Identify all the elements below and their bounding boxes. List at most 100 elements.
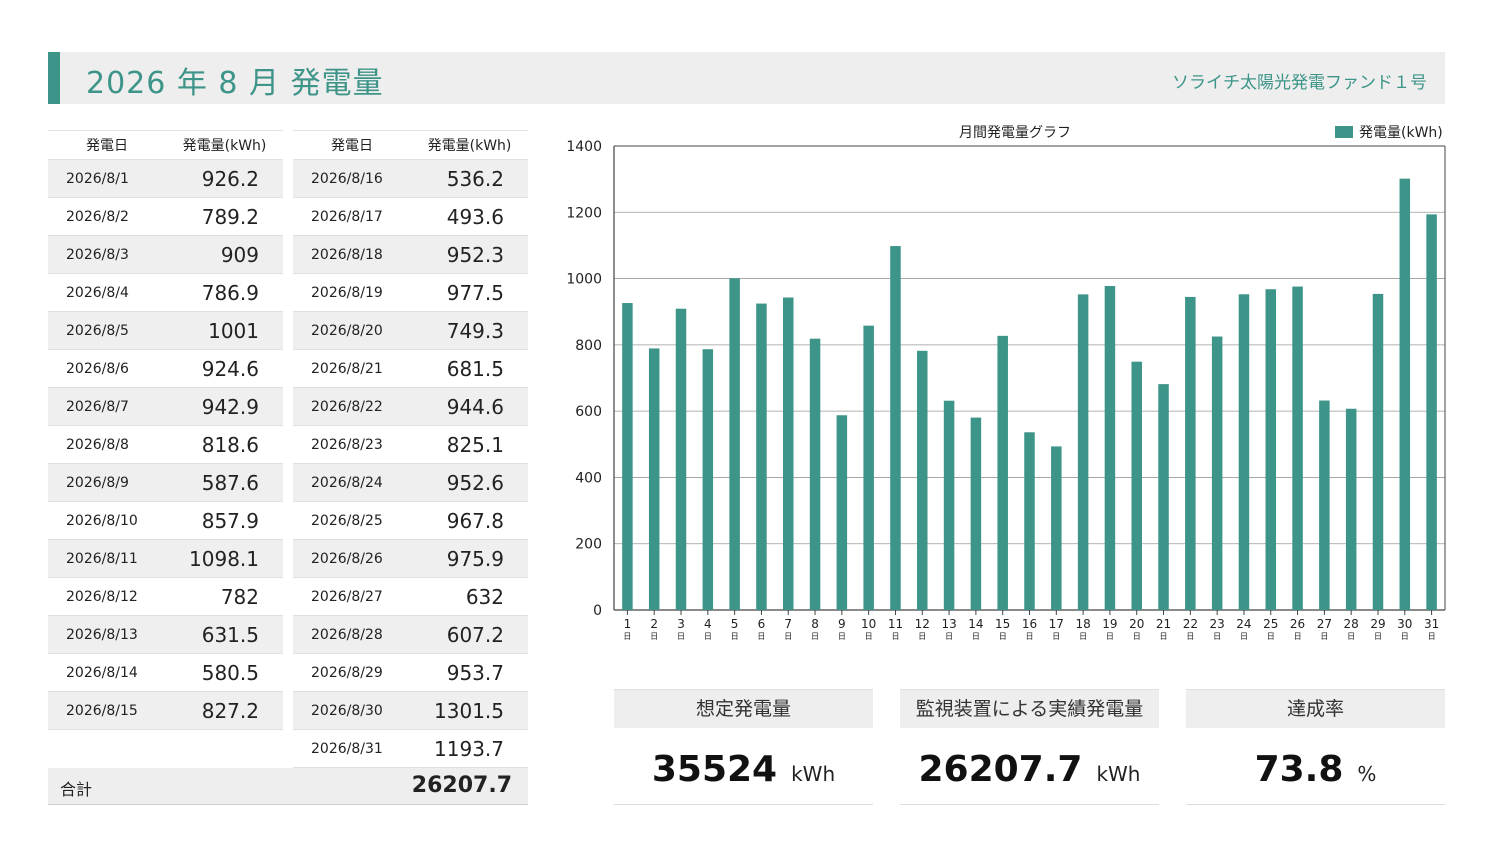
table-row: 2026/8/13 631.5 [48, 615, 283, 654]
bar-day-3 [675, 308, 687, 610]
bar-day-14 [970, 417, 982, 610]
generation-date: 2026/8/4 [48, 273, 166, 312]
generation-value: 749.3 [411, 311, 528, 350]
x-tick-suffix: 日 [1079, 632, 1087, 641]
y-tick-label: 800 [575, 338, 602, 354]
generation-date: 2026/8/11 [48, 539, 166, 578]
x-tick-label: 7 [784, 617, 792, 631]
bar-day-25 [1265, 289, 1277, 610]
bar-day-22 [1185, 296, 1196, 610]
bar-day-6 [756, 303, 767, 610]
bar-day-30 [1399, 178, 1411, 610]
table-row: 2026/8/26 975.9 [293, 539, 528, 578]
generation-value: 975.9 [411, 539, 528, 578]
x-tick-suffix: 日 [1401, 632, 1409, 641]
generation-value: 681.5 [411, 349, 528, 388]
x-tick-label: 6 [758, 617, 766, 631]
table-row: 2026/8/10 857.9 [48, 501, 283, 540]
monthly-generation-chart: 月間発電量グラフ 発電量(kWh) 0 200 400 600 800 1000 1200 1… [566, 125, 1446, 641]
achievement-rate-body: 73.8% [1186, 728, 1445, 805]
x-tick-suffix: 日 [1374, 632, 1382, 641]
x-tick-label: 1 [624, 617, 632, 631]
table-row: 2026/8/18 952.3 [293, 235, 528, 274]
x-tick-label: 13 [941, 617, 956, 631]
generation-value: 827.2 [166, 691, 283, 730]
expected-generation-value: 35524 [651, 749, 778, 790]
x-tick-label: 8 [811, 617, 819, 631]
generation-date: 2026/8/13 [48, 615, 166, 654]
generation-table-right: 発電日 発電量(kWh) 2026/8/16 536.2 2026/8/17 493.… [293, 130, 528, 768]
generation-value: 786.9 [166, 273, 283, 312]
value-column-header: 発電量(kWh) [166, 130, 283, 160]
y-tick-label: 1200 [566, 205, 602, 221]
chart-title: 月間発電量グラフ [959, 125, 1071, 141]
bar-day-31 [1426, 214, 1437, 610]
generation-value: 493.6 [411, 197, 528, 236]
x-tick-label: 11 [888, 617, 903, 631]
x-tick-label: 3 [677, 617, 685, 631]
table-row: 2026/8/31 1193.7 [293, 729, 528, 768]
x-tick-suffix: 日 [918, 632, 926, 641]
table-row: 2026/8/22 944.6 [293, 387, 528, 426]
x-tick-suffix: 日 [972, 632, 980, 641]
generation-value: 857.9 [166, 501, 283, 540]
x-tick-suffix: 日 [704, 632, 712, 641]
chart-bars [622, 178, 1437, 610]
table-row: 2026/8/20 749.3 [293, 311, 528, 350]
generation-value: 953.7 [411, 653, 528, 692]
table-row: 2026/8/28 607.2 [293, 615, 528, 654]
generation-value: 587.6 [166, 463, 283, 502]
generation-value: 1098.1 [166, 539, 283, 578]
table-row: 2026/8/16 536.2 [293, 159, 528, 198]
header-accent-bar [48, 52, 60, 104]
x-tick-label: 26 [1290, 617, 1305, 631]
total-row: 合計 26207.7 [48, 768, 528, 805]
achievement-rate-card: 達成率 73.8% [1186, 689, 1445, 805]
generation-value: 631.5 [166, 615, 283, 654]
generation-date: 2026/8/23 [293, 425, 411, 464]
generation-date: 2026/8/17 [293, 197, 411, 236]
expected-generation-card: 想定発電量 35524 kWh [614, 689, 873, 805]
table-row: 2026/8/11 1098.1 [48, 539, 283, 578]
value-column-header: 発電量(kWh) [411, 130, 528, 160]
generation-value: 952.3 [411, 235, 528, 274]
bar-day-10 [863, 325, 874, 610]
table-row: 2026/8/30 1301.5 [293, 691, 528, 730]
generation-date: 2026/8/27 [293, 577, 411, 616]
table-row: 2026/8/17 493.6 [293, 197, 528, 236]
generation-date: 2026/8/9 [48, 463, 166, 502]
table-row: 2026/8/6 924.6 [48, 349, 283, 388]
generation-date: 2026/8/29 [293, 653, 411, 692]
generation-date: 2026/8/18 [293, 235, 411, 274]
x-tick-suffix: 日 [1294, 632, 1302, 641]
achievement-rate-unit: % [1357, 762, 1377, 786]
total-value: 26207.7 [411, 773, 512, 798]
x-tick-suffix: 日 [1347, 632, 1355, 641]
x-tick-suffix: 日 [1052, 632, 1060, 641]
y-tick-label: 200 [575, 537, 602, 553]
generation-value: 607.2 [411, 615, 528, 654]
table-row: 2026/8/27 632 [293, 577, 528, 616]
actual-generation-card: 監視装置による実績発電量 26207.7 kWh [900, 689, 1159, 805]
total-label: 合計 [60, 780, 93, 799]
generation-date: 2026/8/19 [293, 273, 411, 312]
x-tick-label: 28 [1344, 617, 1359, 631]
x-tick-label: 20 [1129, 617, 1144, 631]
x-tick-label: 17 [1049, 617, 1064, 631]
table-row: 2026/8/5 1001 [48, 311, 283, 350]
x-tick-suffix: 日 [1160, 632, 1168, 641]
bar-day-20 [1131, 361, 1142, 610]
generation-date: 2026/8/30 [293, 691, 411, 730]
x-tick-label: 27 [1317, 617, 1332, 631]
x-tick-label: 19 [1102, 617, 1117, 631]
generation-value: 977.5 [411, 273, 528, 312]
table-row: 2026/8/4 786.9 [48, 273, 283, 312]
table-row: 2026/8/9 587.6 [48, 463, 283, 502]
achievement-rate-label: 達成率 [1186, 689, 1445, 728]
actual-generation-unit: kWh [1096, 762, 1141, 786]
page-title: 2026 年 8 月 発電量 [86, 66, 384, 101]
expected-generation-body: 35524 kWh [614, 728, 873, 805]
generation-value: 952.6 [411, 463, 528, 502]
y-tick-label: 600 [575, 404, 602, 420]
generation-date: 2026/8/3 [48, 235, 166, 274]
